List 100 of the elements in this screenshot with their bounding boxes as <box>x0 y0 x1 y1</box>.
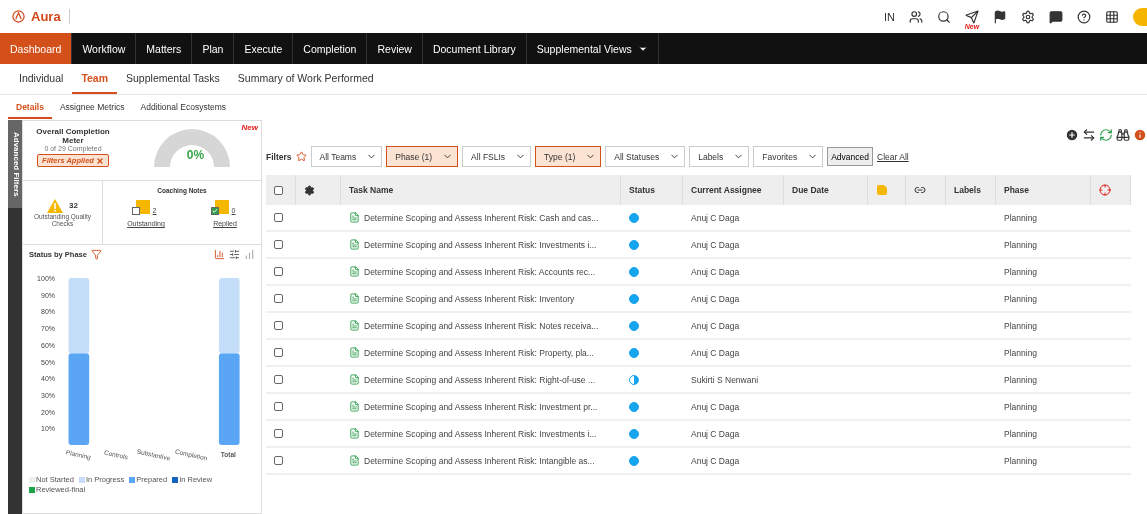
sub-tab[interactable]: Additional Ecosystems <box>132 96 235 119</box>
nav-tab[interactable]: Document Library <box>422 33 527 64</box>
checkbox[interactable] <box>131 207 140 215</box>
table-cell: Anuj C Daga <box>683 448 784 475</box>
send-icon[interactable] <box>965 9 979 24</box>
table-cell: Anuj C Daga <box>683 259 784 286</box>
tab[interactable]: Supplemental Tasks <box>117 64 229 94</box>
task-name[interactable]: Determine Scoping and Assess Inherent Risk: Inventory <box>364 293 575 304</box>
task-cell[interactable]: Determine Scoping and Assess Inherent Risk: Intangible as... <box>341 448 621 475</box>
task-name[interactable]: Determine Scoping and Assess Inherent Risk: Investments i... <box>364 428 597 439</box>
task-cell[interactable]: Determine Scoping and Assess Inherent Risk: Inventory <box>341 286 621 313</box>
checkbox[interactable] <box>274 375 283 384</box>
help-icon[interactable] <box>1077 9 1091 24</box>
advanced-button[interactable]: Advanced <box>827 147 873 166</box>
sliders-icon[interactable] <box>229 249 240 260</box>
task-cell[interactable]: Determine Scoping and Assess Inherent Risk: Investment pr... <box>341 394 621 421</box>
task-name[interactable]: Determine Scoping and Assess Inherent Risk: Accounts rec... <box>364 266 596 277</box>
message-icon[interactable] <box>1049 9 1063 24</box>
column-header[interactable]: Phase <box>996 175 1091 205</box>
nav-tab[interactable]: Supplemental Views <box>526 33 659 64</box>
app-logo[interactable]: Aura <box>12 9 70 24</box>
column-chart-icon[interactable] <box>244 249 255 260</box>
filter-dropdown[interactable]: Favorites <box>753 146 824 167</box>
filters-label: Filters <box>266 151 292 162</box>
binoculars-icon[interactable] <box>1116 128 1130 142</box>
settings-icon[interactable] <box>1021 9 1035 24</box>
task-cell[interactable]: Determine Scoping and Assess Inherent Risk: Right-of-use ... <box>341 367 621 394</box>
nav-tab[interactable]: Matters <box>136 33 193 64</box>
nav-tab[interactable]: Review <box>367 33 423 64</box>
info-icon[interactable] <box>1133 128 1147 142</box>
task-name[interactable]: Determine Scoping and Assess Inherent Risk: Right-of-use ... <box>364 374 596 385</box>
task-name[interactable]: Determine Scoping and Assess Inherent Risk: Cash and cas... <box>364 212 599 223</box>
checkbox[interactable] <box>274 185 283 195</box>
table-cell: Anuj C Daga <box>683 421 784 448</box>
column-header[interactable]: Current Assignee <box>683 175 784 205</box>
checkbox[interactable] <box>274 267 283 276</box>
table-cell: Planning <box>996 259 1091 286</box>
checkbox[interactable] <box>274 321 283 330</box>
crosshair-icon[interactable] <box>1099 184 1111 196</box>
clear-all-link[interactable]: Clear All <box>877 151 909 162</box>
star-icon[interactable] <box>295 151 307 162</box>
apps-grid-icon[interactable] <box>1105 9 1119 24</box>
filter-dropdown[interactable]: All Statuses <box>605 146 686 167</box>
tab[interactable]: Individual <box>10 64 73 94</box>
bar-chart-icon[interactable] <box>214 249 225 260</box>
quality-count: 32 <box>69 201 78 210</box>
nav-tab[interactable]: Plan <box>192 33 235 64</box>
task-cell[interactable]: Determine Scoping and Assess Inherent Risk: Accounts rec... <box>341 259 621 286</box>
filter-dropdown[interactable]: Phase (1) <box>386 146 459 167</box>
checkbox[interactable] <box>274 213 283 222</box>
column-header[interactable]: Status <box>621 175 683 205</box>
flag-icon[interactable] <box>993 9 1007 24</box>
checkbox[interactable] <box>210 207 219 215</box>
filter-dropdown[interactable]: All FSLIs <box>462 146 532 167</box>
document-icon <box>349 212 360 223</box>
nav-tab[interactable]: Completion <box>293 33 368 64</box>
swap-icon[interactable] <box>1082 128 1096 142</box>
checkbox[interactable] <box>274 240 283 249</box>
task-cell[interactable]: Determine Scoping and Assess Inherent Risk: Investments i... <box>341 421 621 448</box>
document-icon <box>349 374 360 385</box>
table-cell: Anuj C Daga <box>683 313 784 340</box>
task-name[interactable]: Determine Scoping and Assess Inherent Risk: Intangible as... <box>364 455 595 466</box>
team-icon[interactable] <box>909 9 923 24</box>
region-label[interactable]: IN <box>884 10 895 23</box>
task-name[interactable]: Determine Scoping and Assess Inherent Risk: Investments i... <box>364 239 597 250</box>
task-name[interactable]: Determine Scoping and Assess Inherent Risk: Investment pr... <box>364 401 598 412</box>
checkbox[interactable] <box>274 456 283 465</box>
column-header[interactable]: Task Name <box>341 175 621 205</box>
sub-tab[interactable]: Assignee Metrics <box>51 96 133 119</box>
table-cell: Planning <box>996 394 1091 421</box>
table-cell: Anuj C Daga <box>683 286 784 313</box>
checkbox[interactable] <box>274 348 283 357</box>
task-cell[interactable]: Determine Scoping and Assess Inherent Risk: Property, pla... <box>341 340 621 367</box>
document-icon <box>349 266 360 277</box>
filter-dropdown[interactable]: All Teams <box>310 146 383 167</box>
filter-dropdown[interactable]: Labels <box>689 146 750 167</box>
sub-tab[interactable]: Details <box>8 96 52 119</box>
tab[interactable]: Team <box>72 64 118 94</box>
search-icon[interactable] <box>937 9 951 24</box>
link-icon[interactable] <box>914 184 926 196</box>
advanced-filters-toggle[interactable]: Advanced Filters <box>8 120 22 209</box>
checkbox[interactable] <box>274 429 283 438</box>
task-cell[interactable]: Determine Scoping and Assess Inherent Risk: Investments i... <box>341 232 621 259</box>
nav-tab[interactable]: Dashboard <box>0 33 73 64</box>
checkbox[interactable] <box>274 402 283 411</box>
column-header[interactable]: Due Date <box>784 175 868 205</box>
nav-tab[interactable]: Workflow <box>72 33 137 64</box>
nav-tab[interactable]: Execute <box>234 33 294 64</box>
task-cell[interactable]: Determine Scoping and Assess Inherent Risk: Cash and cas... <box>341 205 621 232</box>
task-name[interactable]: Determine Scoping and Assess Inherent Risk: Notes receiva... <box>364 320 599 331</box>
document-icon <box>349 347 360 358</box>
task-name[interactable]: Determine Scoping and Assess Inherent Risk: Property, pla... <box>364 347 594 358</box>
settings-icon[interactable] <box>304 184 315 196</box>
filter-dropdown[interactable]: Type (1) <box>535 146 602 167</box>
tab[interactable]: Summary of Work Performed <box>228 64 383 94</box>
column-header[interactable]: Labels <box>946 175 996 205</box>
task-cell[interactable]: Determine Scoping and Assess Inherent Risk: Notes receiva... <box>341 313 621 340</box>
checkbox[interactable] <box>274 294 283 303</box>
add-icon[interactable] <box>1065 128 1079 142</box>
filter-icon[interactable] <box>90 249 102 260</box>
